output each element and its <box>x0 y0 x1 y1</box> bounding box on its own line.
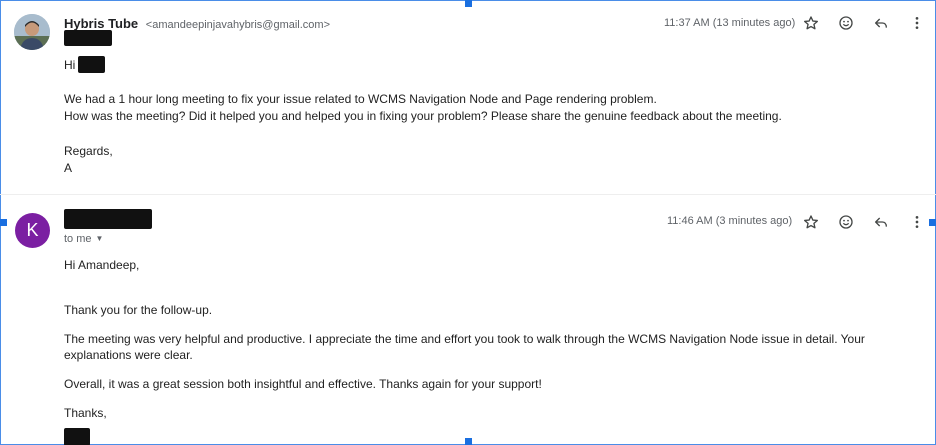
email-message-1: Hybris Tube <amandeepinjavahybris@gmail.… <box>0 0 936 194</box>
message-time: 11:46 AM (3 minutes ago) <box>667 215 793 227</box>
more-vert-icon[interactable] <box>907 212 927 232</box>
emoji-icon[interactable] <box>836 13 856 33</box>
sender-email: <amandeepinjavahybris@gmail.com> <box>145 19 331 31</box>
signature: A <box>64 161 73 175</box>
recipient-line[interactable]: to me ▼ <box>64 233 103 245</box>
emoji-icon[interactable] <box>836 212 856 232</box>
sender-avatar[interactable] <box>14 14 50 50</box>
greeting: Hi Amandeep, <box>64 258 140 272</box>
greeting: Hi <box>64 57 75 73</box>
redacted-recipient <box>64 30 112 46</box>
reply-icon[interactable] <box>871 13 891 33</box>
greeting-text: Hi <box>64 58 76 72</box>
redacted-signature <box>64 428 90 445</box>
chevron-down-icon[interactable]: ▼ <box>96 234 104 243</box>
reply-icon[interactable] <box>871 212 891 232</box>
star-icon[interactable] <box>801 13 821 33</box>
recipient-text: to me <box>64 233 92 245</box>
message-time: 11:37 AM (13 minutes ago) <box>664 17 796 29</box>
sender-line: Hybris Tube <amandeepinjavahybris@gmail.… <box>64 16 330 31</box>
email-message-2: K to me ▼ 11:46 AM (3 minutes ago) Hi Ama… <box>0 194 936 445</box>
body-line-3: Overall, it was a great session both ins… <box>64 377 542 391</box>
sender-avatar[interactable]: K <box>15 213 50 248</box>
body-line-2: How was the meeting? Did it helped you a… <box>64 109 782 123</box>
redacted-name <box>78 56 105 73</box>
redacted-sender-name <box>64 209 152 229</box>
sender-name[interactable]: Hybris Tube <box>64 16 138 31</box>
signoff: Thanks, <box>64 406 107 420</box>
body-line-2: The meeting was very helpful and product… <box>64 332 865 362</box>
body-line-1: We had a 1 hour long meeting to fix your… <box>64 92 657 106</box>
body-line-1: Thank you for the follow-up. <box>64 303 213 317</box>
star-icon[interactable] <box>801 212 821 232</box>
signoff: Regards, <box>64 144 113 158</box>
more-vert-icon[interactable] <box>907 13 927 33</box>
